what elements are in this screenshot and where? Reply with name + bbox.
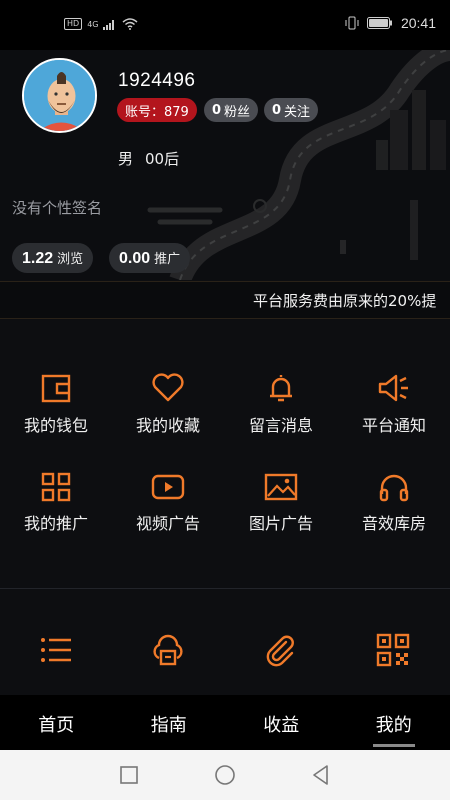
fans-count: 0: [212, 102, 222, 118]
tab-mine[interactable]: 我的: [338, 695, 450, 750]
signature[interactable]: 没有个性签名: [12, 197, 102, 218]
menu-item-messages[interactable]: 留言消息: [225, 372, 337, 462]
tool-cloud-storage[interactable]: [150, 633, 190, 669]
heart-icon: [152, 373, 184, 402]
views-label: 浏览: [57, 252, 84, 267]
wallet-icon: [41, 374, 71, 403]
profile-header: 1924496 账号：879 0 粉丝 0 关注 男 00后 没有个性签名 1.2…: [0, 50, 450, 280]
menu-label: 音效库房: [361, 514, 426, 533]
status-left: HD 4G: [64, 18, 138, 30]
battery-icon: [366, 17, 392, 29]
recent-apps-icon[interactable]: [117, 763, 141, 787]
tab-label: 收益: [263, 715, 300, 736]
follow-chip[interactable]: 0 关注: [264, 98, 319, 122]
bell-icon: [270, 375, 292, 402]
video-icon: [151, 474, 185, 500]
tool-attachment[interactable]: [263, 633, 303, 669]
grid-icon: [41, 472, 71, 502]
qrcode-icon: [376, 633, 410, 667]
views-value: 1.22: [22, 250, 54, 267]
status-bar: HD 4G 20:41: [0, 0, 450, 50]
menu-label: 我的收藏: [135, 416, 200, 435]
gender-age: 男 00后: [118, 148, 179, 169]
gender: 男: [118, 150, 134, 168]
hd-badge: HD: [64, 18, 83, 30]
home-icon[interactable]: [213, 763, 237, 787]
promo-chip: 0.00 推广: [109, 243, 191, 273]
menu-label: 我的钱包: [23, 416, 88, 435]
account-label: 账号：879: [125, 104, 189, 120]
tab-label: 首页: [38, 715, 75, 736]
account-badge: 账号：879: [117, 98, 197, 122]
avatar-illustration: [24, 60, 95, 131]
tab-home[interactable]: 首页: [0, 695, 113, 750]
announcement-marquee[interactable]: 平台服务费由原来的20%提: [0, 281, 450, 319]
network-type: 4G: [87, 19, 99, 29]
promo-label: 推广: [154, 252, 181, 267]
menu-item-wallet[interactable]: 我的钱包: [0, 372, 112, 462]
image-icon: [264, 473, 298, 501]
back-icon[interactable]: [309, 763, 333, 787]
vibrate-icon: [345, 16, 359, 30]
tool-list[interactable]: [38, 633, 78, 669]
tab-label: 我的: [375, 715, 412, 736]
menu-label: 平台通知: [361, 416, 426, 435]
tab-label: 指南: [150, 715, 187, 736]
promo-value: 0.00: [119, 250, 151, 267]
views-chip: 1.22 浏览: [12, 243, 94, 273]
menu-label: 留言消息: [248, 416, 313, 435]
menu-item-image-ads[interactable]: 图片广告: [225, 472, 337, 562]
menu-item-favorites[interactable]: 我的收藏: [112, 372, 224, 462]
fans-chip[interactable]: 0 粉丝: [204, 98, 259, 122]
tool-qrcode[interactable]: [376, 633, 416, 669]
list-icon: [41, 638, 71, 662]
menu-item-sound-library[interactable]: 音效库房: [338, 472, 450, 562]
headphones-icon: [379, 474, 409, 502]
tab-guide[interactable]: 指南: [113, 695, 226, 750]
age-group: 00后: [145, 150, 180, 168]
avatar[interactable]: [22, 58, 97, 133]
menu-item-notices[interactable]: 平台通知: [338, 372, 450, 462]
marquee-text: 平台服务费由原来的20%提: [253, 292, 437, 310]
section-divider: [0, 588, 450, 589]
status-right: 20:41: [345, 15, 436, 31]
follow-count: 0: [272, 102, 282, 118]
user-id: 1924496: [118, 70, 196, 91]
wifi-icon: [122, 18, 138, 30]
follow-label: 关注: [284, 104, 311, 120]
menu-label: 视频广告: [135, 514, 200, 533]
speaker-icon: [378, 374, 408, 402]
signal-icon: [103, 20, 115, 30]
system-nav-bar: [0, 750, 450, 800]
menu-item-video-ads[interactable]: 视频广告: [112, 472, 224, 562]
status-time: 20:41: [400, 15, 436, 31]
menu-item-promotion[interactable]: 我的推广: [0, 472, 112, 562]
paperclip-icon: [266, 635, 294, 667]
tab-earnings[interactable]: 收益: [225, 695, 338, 750]
menu-label: 图片广告: [248, 514, 313, 533]
bottom-nav: 首页 指南 收益 我的: [0, 695, 450, 750]
menu-label: 我的推广: [23, 514, 88, 533]
cloud-storage-icon: [153, 634, 183, 666]
fans-label: 粉丝: [224, 104, 251, 120]
